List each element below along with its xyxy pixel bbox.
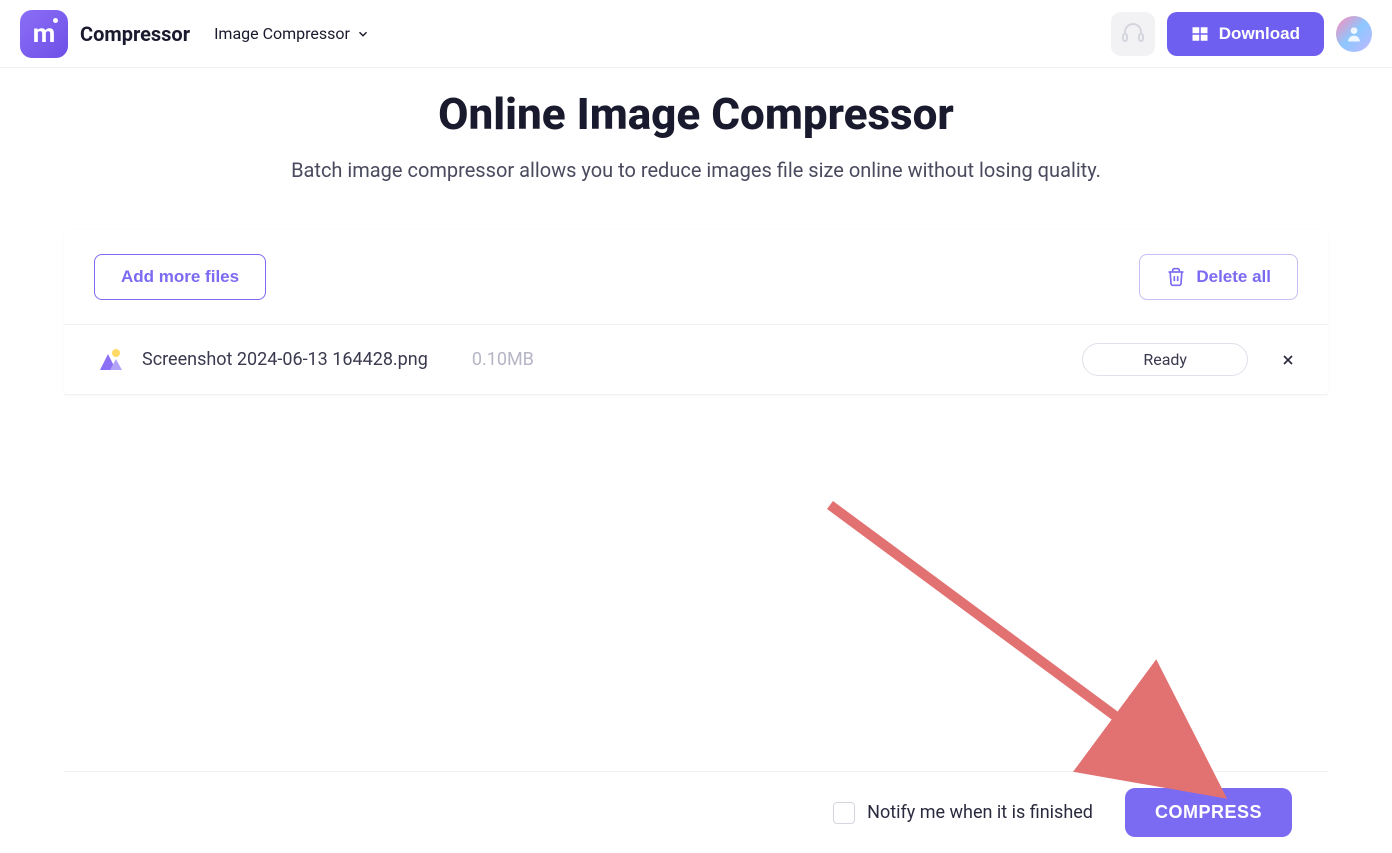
image-file-icon (94, 346, 124, 374)
download-button[interactable]: Download (1167, 12, 1324, 56)
page-subtitle: Batch image compressor allows you to red… (0, 158, 1392, 182)
notify-row: Notify me when it is finished (833, 802, 1093, 824)
page-title: Online Image Compressor (0, 88, 1392, 140)
files-panel: Add more files Delete all Screenshot 202… (64, 230, 1328, 395)
file-size: 0.10MB (472, 349, 534, 370)
nav-image-compressor-dropdown[interactable]: Image Compressor (214, 24, 370, 43)
notify-checkbox[interactable] (833, 802, 855, 824)
compress-button[interactable]: COMPRESS (1125, 788, 1292, 837)
download-label: Download (1219, 24, 1300, 44)
status-badge: Ready (1082, 343, 1248, 376)
logo-group[interactable]: m Compressor (20, 10, 190, 58)
chevron-down-icon (356, 27, 370, 41)
remove-file-button[interactable] (1278, 350, 1298, 370)
windows-icon (1191, 25, 1209, 43)
avatar[interactable] (1336, 16, 1372, 52)
person-icon (1344, 24, 1364, 44)
panel-toolbar: Add more files Delete all (64, 230, 1328, 325)
delete-all-button[interactable]: Delete all (1139, 254, 1298, 300)
headset-icon (1121, 22, 1145, 46)
close-icon (1280, 352, 1296, 368)
file-row: Screenshot 2024-06-13 164428.png 0.10MB … (64, 325, 1328, 395)
annotation-arrow (825, 500, 1235, 800)
nav-dropdown-label: Image Compressor (214, 24, 350, 43)
trash-icon (1166, 267, 1186, 287)
support-button[interactable] (1111, 12, 1155, 56)
file-name: Screenshot 2024-06-13 164428.png (142, 349, 428, 370)
app-header: m Compressor Image Compressor Download (0, 0, 1392, 68)
logo-icon: m (20, 10, 68, 58)
add-files-button[interactable]: Add more files (94, 254, 266, 300)
brand-name: Compressor (80, 22, 190, 46)
panel-footer: Notify me when it is finished COMPRESS (64, 771, 1328, 853)
header-right: Download (1111, 12, 1372, 56)
delete-all-label: Delete all (1196, 267, 1271, 287)
notify-label: Notify me when it is finished (867, 802, 1093, 823)
